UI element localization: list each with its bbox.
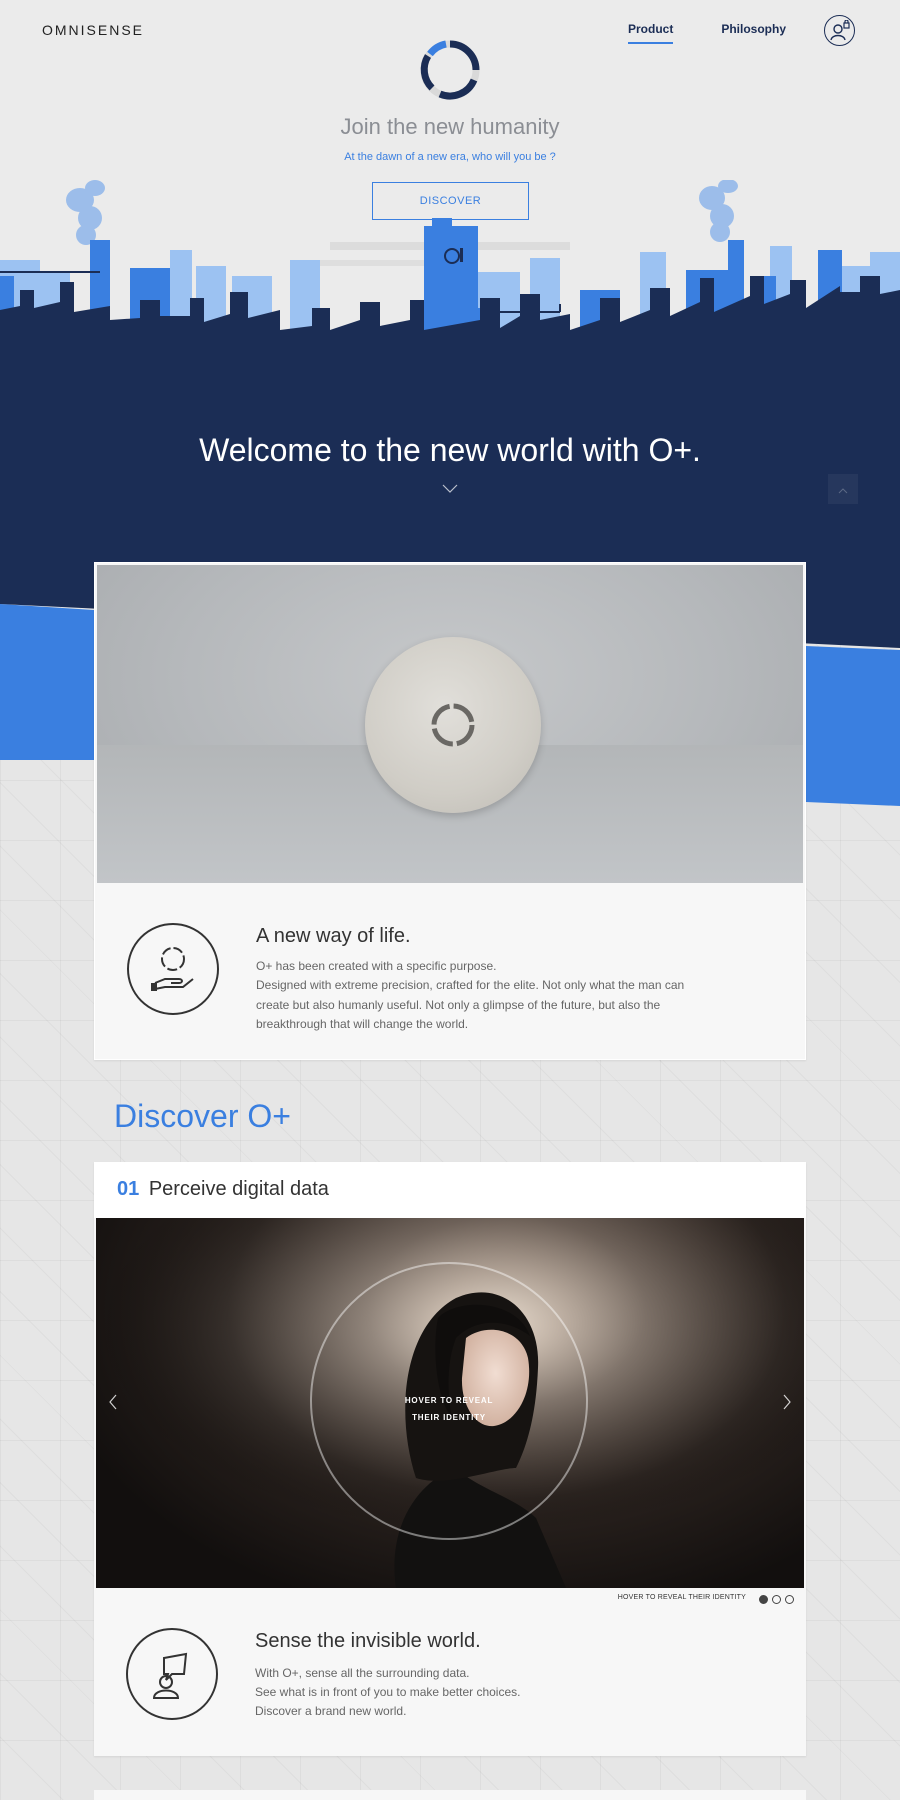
chevron-up-icon <box>838 487 848 493</box>
carousel-prev-button[interactable] <box>102 1388 124 1418</box>
feature-title: Perceive digital data <box>148 1178 329 1200</box>
pager-dot-2[interactable] <box>772 1595 781 1604</box>
pager-label: HOVER TO REVEAL THEIR IDENTITY <box>617 1594 746 1601</box>
chevron-right-icon <box>783 1394 791 1409</box>
product-line-1: O+ has been created with a specific purp… <box>256 959 497 973</box>
welcome-heading: Welcome to the new world with O+. <box>199 432 701 468</box>
product-image <box>97 565 803 883</box>
user-lock-icon <box>829 19 850 40</box>
main-nav: Product Philosophy <box>628 22 786 44</box>
feature-subheading: Sense the invisible world. <box>255 1630 481 1652</box>
omni-ring-icon <box>420 40 480 100</box>
chevron-down-icon[interactable] <box>442 484 458 494</box>
carousel-next-button[interactable] <box>776 1388 798 1418</box>
feature-line-3: Discover a brand new world. <box>255 1704 407 1718</box>
nav-philosophy[interactable]: Philosophy <box>721 22 786 44</box>
pager-dot-1[interactable] <box>759 1595 768 1604</box>
hero-subtitle: At the dawn of a new era, who will you b… <box>344 151 556 163</box>
pager-dot-3[interactable] <box>785 1595 794 1604</box>
discover-button[interactable]: DISCOVER <box>372 182 529 220</box>
feature-card: 01 Perceive digital data HOVER TO REVEAL… <box>94 1162 806 1756</box>
chevron-left-icon <box>109 1394 117 1409</box>
omni-ring-icon <box>431 703 475 747</box>
feature-header: 01 Perceive digital data <box>94 1162 806 1218</box>
product-line-2: Designed with extreme precision, crafted… <box>256 978 685 1031</box>
discover-title: Discover O+ <box>114 1098 291 1134</box>
feature-number: 01 <box>117 1178 140 1200</box>
carousel-pager: HOVER TO REVEAL THEIR IDENTITY <box>94 1592 806 1608</box>
feature-heading: 01 Perceive digital data <box>117 1178 329 1201</box>
nav-product[interactable]: Product <box>628 22 674 44</box>
product-card: A new way of life. O+ has been created w… <box>94 562 806 1060</box>
feature-line-2: See what is in front of you to make bett… <box>255 1685 521 1699</box>
omnisense-logo[interactable]: OMNISENSE <box>42 22 144 38</box>
person-data-icon <box>126 1628 218 1720</box>
hero-title: Join the new humanity <box>340 114 560 139</box>
feature-line-1: With O+, sense all the surrounding data. <box>255 1666 470 1680</box>
hand-holding-device-icon <box>127 923 219 1015</box>
reveal-label: HOVER TO REVEAL THEIR IDENTITY <box>404 1396 494 1422</box>
account-button[interactable] <box>824 15 855 46</box>
feature-image[interactable]: HOVER TO REVEAL THEIR IDENTITY <box>96 1218 804 1588</box>
hero-section: OMNISENSE Product Philosophy Join the ne… <box>0 0 900 600</box>
back-to-top-button[interactable] <box>828 474 858 504</box>
omni-device <box>365 637 541 813</box>
next-card-edge <box>94 1790 806 1800</box>
product-heading: A new way of life. <box>256 925 411 947</box>
